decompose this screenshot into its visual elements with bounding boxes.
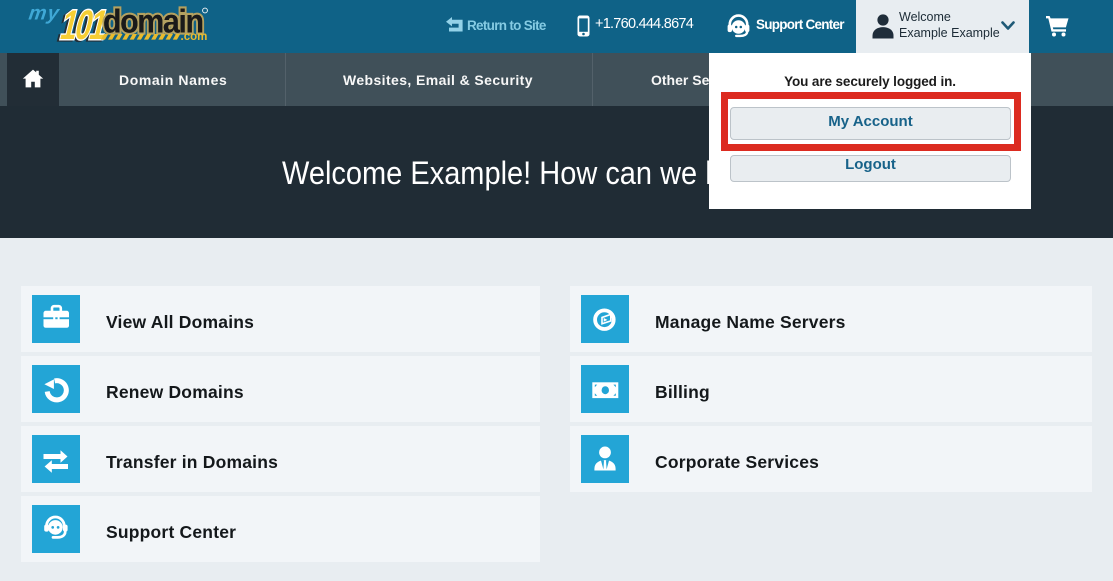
svg-text:.com: .com — [181, 31, 208, 43]
svg-text:my: my — [27, 3, 61, 24]
